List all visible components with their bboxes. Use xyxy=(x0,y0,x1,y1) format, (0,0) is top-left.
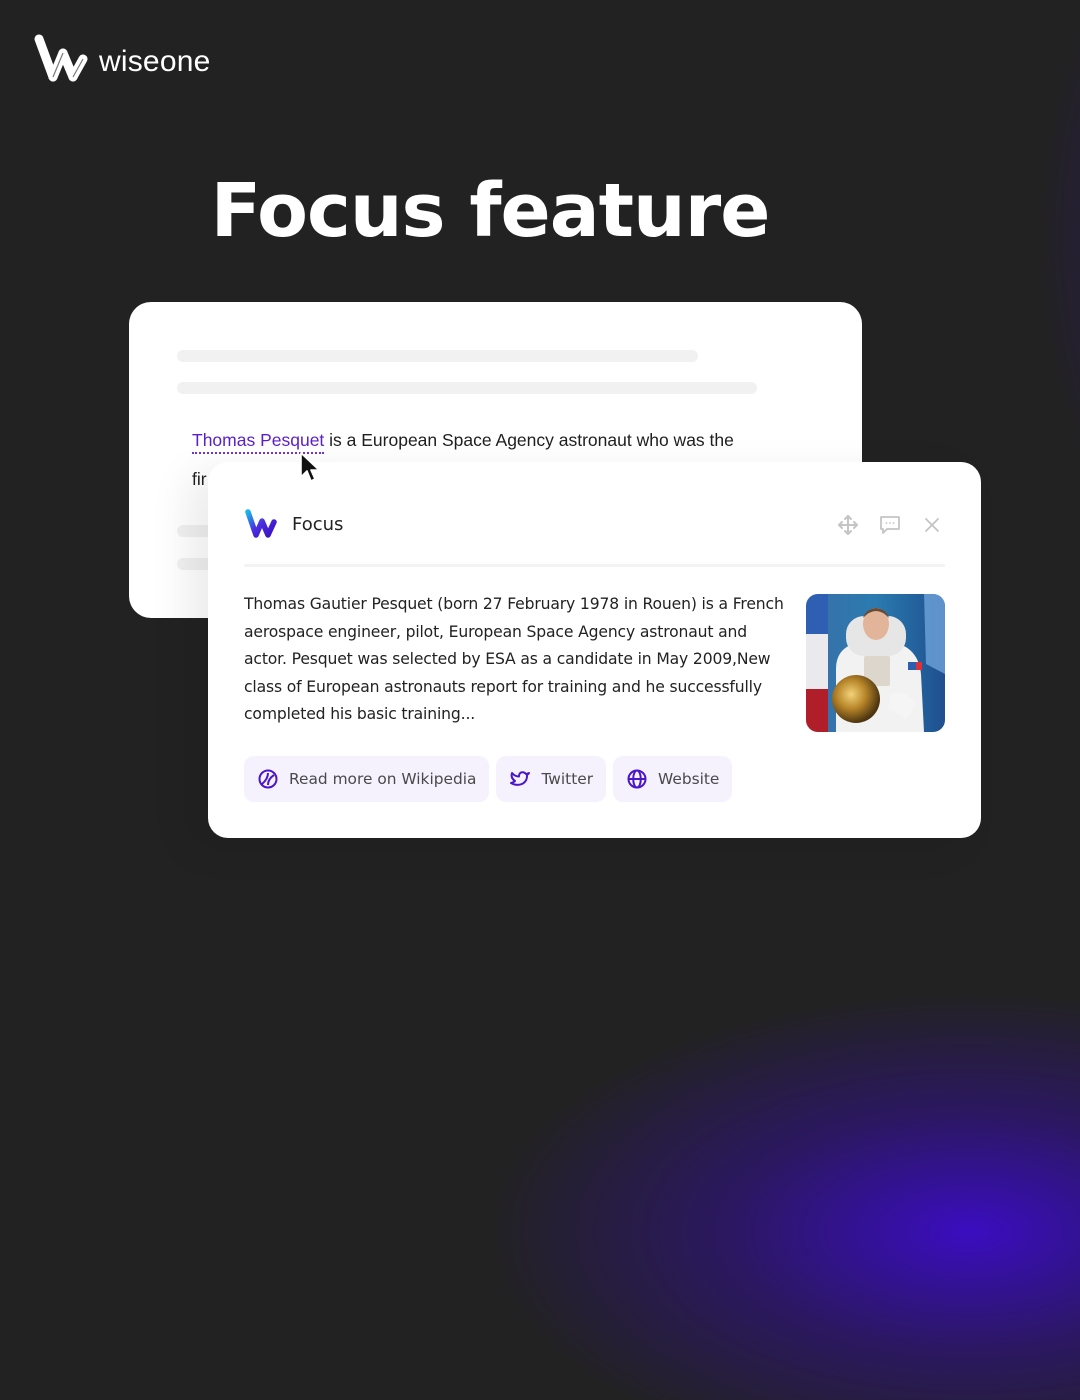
close-icon xyxy=(925,518,939,532)
background-glow-bottom xyxy=(200,800,1080,1400)
wikipedia-link-label: Read more on Wikipedia xyxy=(289,770,477,788)
website-link-button[interactable]: Website xyxy=(613,756,733,802)
wiseone-logo-icon xyxy=(34,34,88,82)
skeleton-line xyxy=(177,382,757,394)
hero-title: Focus feature xyxy=(210,168,771,254)
website-globe-icon xyxy=(627,769,647,789)
skeleton-line xyxy=(177,350,698,362)
brand-header: wiseone xyxy=(33,33,210,85)
move-icon xyxy=(838,515,858,535)
focus-header: Focus xyxy=(244,508,343,540)
entity-summary: Thomas Gautier Pesquet (born 27 February… xyxy=(244,595,784,723)
wikipedia-globe-icon xyxy=(258,769,278,789)
header-divider xyxy=(244,564,945,567)
document-sentence: Thomas Pesquet is a European Space Agenc… xyxy=(192,430,734,454)
focus-logo-icon xyxy=(245,509,277,538)
focus-title: Focus xyxy=(292,513,344,535)
comment-button[interactable] xyxy=(879,514,901,536)
close-button[interactable] xyxy=(921,514,943,536)
focus-header-actions xyxy=(837,514,943,536)
mouse-cursor-icon xyxy=(300,452,320,482)
website-link-label: Website xyxy=(658,770,720,788)
twitter-bird-icon xyxy=(510,771,531,786)
twitter-link-label: Twitter xyxy=(541,770,594,788)
move-button[interactable] xyxy=(837,514,859,536)
wikipedia-link-button[interactable]: Read more on Wikipedia xyxy=(244,756,490,802)
sentence-rest: is a European Space Agency astronaut who… xyxy=(324,430,734,450)
twitter-link-button[interactable]: Twitter xyxy=(496,756,607,802)
focus-panel: Focus Thomas Gautier Pesquet (born 27 Fe… xyxy=(208,462,981,838)
astronaut-portrait-image xyxy=(806,594,945,732)
brand-name: wiseone xyxy=(99,45,211,78)
entity-photo xyxy=(806,594,945,732)
entity-links: Read more on Wikipedia Twitter Website xyxy=(244,756,733,802)
comment-icon xyxy=(880,516,900,534)
document-second-line: fir xyxy=(192,469,207,489)
